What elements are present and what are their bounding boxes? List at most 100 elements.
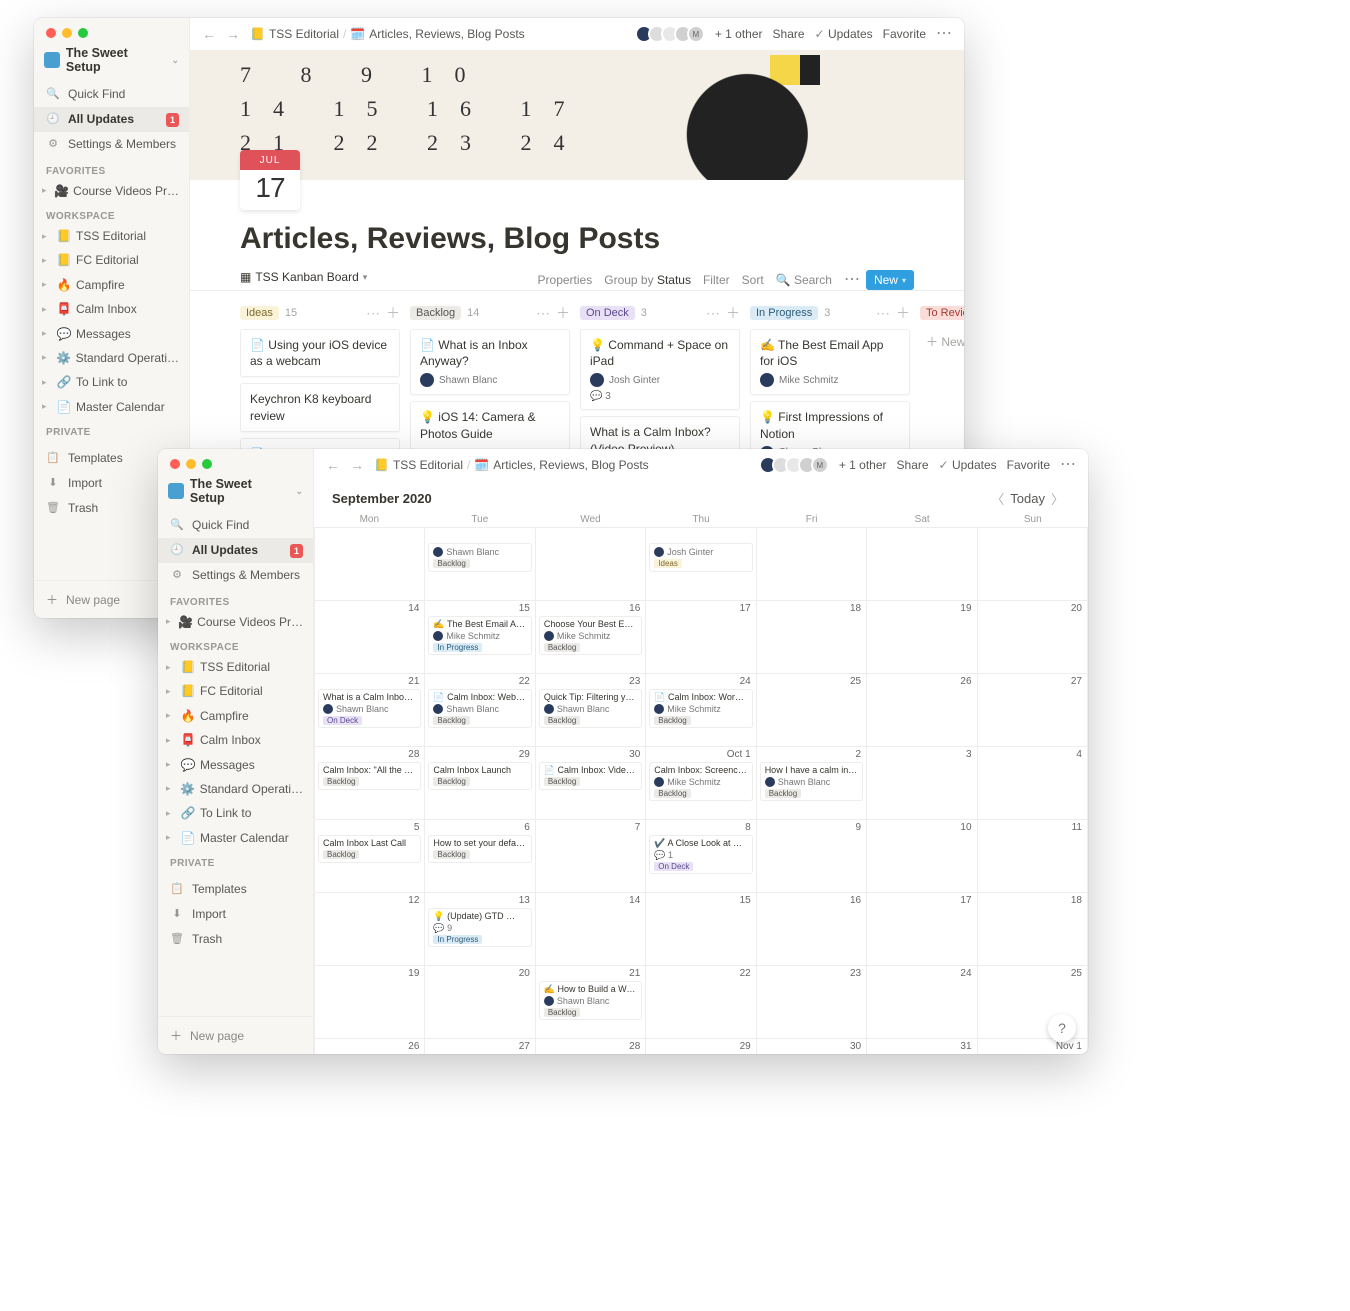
page-title[interactable]: Articles, Reviews, Blog Posts (190, 210, 964, 264)
view-switcher[interactable]: ▦ TSS Kanban Board ▾ (240, 270, 367, 290)
calendar-cell[interactable]: 23 (757, 966, 867, 1039)
calendar-cell[interactable]: 15 (646, 893, 756, 966)
next-month[interactable]: 〉 (1045, 489, 1070, 508)
column-add[interactable]: ＋ (726, 303, 740, 323)
calendar-event[interactable]: How to set your default …Backlog (428, 835, 531, 863)
sidebar-item[interactable]: ▸📮Calm Inbox (158, 728, 313, 752)
sidebar-item[interactable]: ▸📒TSS Editorial (34, 224, 189, 248)
sidebar-item[interactable]: ▸📄Master Calendar (158, 826, 313, 850)
disclosure-icon[interactable]: ▸ (42, 375, 52, 390)
calendar-event[interactable]: What is a Calm Inbox? (…Shawn BlancOn De… (318, 689, 421, 728)
sort-button[interactable]: Sort (736, 273, 770, 287)
calendar-cell[interactable]: 11 (978, 820, 1088, 893)
calendar-event[interactable]: 📄 Calm Inbox: Workflo…Mike SchmitzBacklo… (649, 689, 752, 728)
kanban-card[interactable]: ✍️ The Best Email App for iOSMike Schmit… (750, 329, 910, 395)
disclosure-icon[interactable]: ▸ (166, 660, 176, 675)
kanban-card[interactable]: 💡 iOS 14: Camera & Photos Guide (410, 401, 570, 449)
new-button[interactable]: New▾ (866, 270, 914, 290)
minimize-icon[interactable] (62, 28, 72, 38)
updates-button[interactable]: Updates (815, 27, 873, 41)
plus-other[interactable]: + 1 other (715, 27, 763, 41)
minimize-icon[interactable] (186, 459, 196, 469)
calendar-cell[interactable]: 13💡 (Update) GTD …💬 9In Progress (425, 893, 535, 966)
calendar-event[interactable]: 💡 (Update) GTD …💬 9In Progress (428, 908, 531, 947)
sidebar-item[interactable]: ▸⚙️Standard Operati… (34, 346, 189, 370)
today-button[interactable]: Today (1010, 491, 1045, 506)
share-button[interactable]: Share (897, 458, 929, 472)
workspace-switcher[interactable]: The Sweet Setup ⌄ (34, 42, 189, 82)
workspace-switcher[interactable]: The Sweet Setup ⌄ (158, 473, 313, 513)
groupby-button[interactable]: Group by Status (598, 273, 697, 287)
calendar-cell[interactable] (978, 528, 1088, 601)
disclosure-icon[interactable]: ▸ (166, 614, 174, 629)
calendar-event[interactable]: Choose Your Best Email …Mike SchmitzBack… (539, 616, 642, 655)
calendar-cell[interactable]: 20 (978, 601, 1088, 674)
column-more[interactable]: ⋯ (366, 305, 380, 322)
disclosure-icon[interactable]: ▸ (42, 326, 52, 341)
disclosure-icon[interactable]: ▸ (166, 708, 176, 723)
all-updates[interactable]: 🕘All Updates1 (34, 107, 189, 132)
kanban-card[interactable]: 📄 What is an Inbox Anyway?Shawn Blanc (410, 329, 570, 395)
trash[interactable]: 🗑Trash (158, 927, 313, 952)
calendar-event[interactable]: Calm Inbox LaunchBacklog (428, 762, 531, 790)
sidebar-item[interactable]: ▸🔥Campfire (34, 273, 189, 297)
calendar-cell[interactable]: 28 (536, 1039, 646, 1054)
calendar-cell[interactable]: 7 (536, 820, 646, 893)
calendar-cell[interactable]: 29 (646, 1039, 756, 1054)
calendar-cell[interactable]: 2How I have a calm inbox…Shawn BlancBack… (757, 747, 867, 820)
calendar-cell[interactable]: Shawn BlancBacklog (425, 528, 535, 601)
kanban-card[interactable]: 💡 Command + Space on iPadJosh Ginter💬 3 (580, 329, 740, 410)
status-tag[interactable]: In Progress (750, 306, 818, 320)
disclosure-icon[interactable]: ▸ (166, 781, 176, 796)
presence-avatars[interactable]: M (764, 456, 829, 474)
calendar-cell[interactable]: 18 (757, 601, 867, 674)
sidebar-item[interactable]: ▸⚙️Standard Operati… (158, 777, 313, 801)
calendar-event[interactable]: Calm Inbox: Screencast …Mike SchmitzBack… (649, 762, 752, 801)
calendar-cell[interactable]: 29Calm Inbox LaunchBacklog (425, 747, 535, 820)
calendar-cell[interactable]: Oct 1Calm Inbox: Screencast …Mike Schmit… (646, 747, 756, 820)
disclosure-icon[interactable]: ▸ (42, 229, 52, 244)
calendar-cell[interactable]: 24📄 Calm Inbox: Workflo…Mike SchmitzBack… (646, 674, 756, 747)
calendar-cell[interactable]: 26 (867, 674, 977, 747)
calendar-event[interactable]: Calm Inbox: "All the Thi…Backlog (318, 762, 421, 790)
all-updates[interactable]: 🕘All Updates1 (158, 538, 313, 563)
calendar-cell[interactable]: 20 (425, 966, 535, 1039)
calendar-cell[interactable]: Josh GinterIdeas (646, 528, 756, 601)
column-more[interactable]: ⋯ (536, 305, 550, 322)
favorite-button[interactable]: Favorite (883, 27, 926, 41)
calendar-cell[interactable]: 31 (867, 1039, 977, 1054)
calendar-cell[interactable]: 27 (978, 674, 1088, 747)
calendar-cell[interactable]: 16 (757, 893, 867, 966)
settings-members[interactable]: ⚙Settings & Members (158, 563, 313, 588)
calendar-event[interactable]: ✔️ A Close Look at …💬 1On Deck (649, 835, 752, 874)
calendar-cell[interactable]: 30📄 Calm Inbox: Video Ex…Backlog (536, 747, 646, 820)
nav-back[interactable]: ← (202, 26, 216, 42)
disclosure-icon[interactable]: ▸ (42, 350, 52, 365)
disclosure-icon[interactable]: ▸ (166, 757, 176, 772)
sidebar-item[interactable]: ▸🔗To Link to (34, 370, 189, 394)
calendar-cell[interactable]: 17 (646, 601, 756, 674)
nav-fwd[interactable]: → (350, 457, 364, 473)
calendar-cell[interactable]: 12 (315, 893, 425, 966)
updates-button[interactable]: Updates (939, 458, 997, 472)
help-button[interactable]: ? (1048, 1014, 1076, 1042)
calendar-event[interactable]: Calm Inbox Last CallBacklog (318, 835, 421, 863)
sidebar-item[interactable]: ▸💬Messages (158, 753, 313, 777)
calendar-cell[interactable]: 6How to set your default …Backlog (425, 820, 535, 893)
disclosure-icon[interactable]: ▸ (166, 684, 176, 699)
disclosure-icon[interactable]: ▸ (166, 733, 176, 748)
view-more[interactable]: ⋯ (838, 272, 866, 288)
import[interactable]: ⬇Import (158, 902, 313, 927)
close-icon[interactable] (170, 459, 180, 469)
cover-image[interactable]: 7 8 9 1014 15 16 1721 22 23 24 (190, 50, 964, 180)
column-more[interactable]: ⋯ (876, 305, 890, 322)
calendar-cell[interactable]: 26 (315, 1039, 425, 1054)
breadcrumb[interactable]: 📒 TSS Editorial / 🗓️ Articles, Reviews, … (374, 458, 649, 472)
disclosure-icon[interactable]: ▸ (42, 183, 50, 198)
calendar-cell[interactable]: 14 (315, 601, 425, 674)
sidebar-item[interactable]: ▸📮Calm Inbox (34, 297, 189, 321)
quick-find[interactable]: 🔍Quick Find (34, 82, 189, 107)
calendar-cell[interactable]: 3 (867, 747, 977, 820)
calendar-event[interactable]: Shawn BlancBacklog (428, 543, 531, 572)
more-menu[interactable]: ⋯ (936, 26, 952, 42)
